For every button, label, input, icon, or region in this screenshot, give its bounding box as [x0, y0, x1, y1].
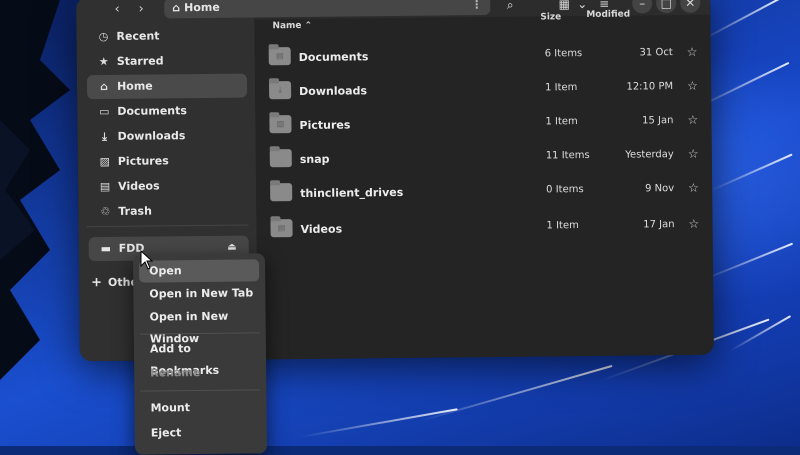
- star-icon[interactable]: ☆: [687, 113, 698, 127]
- sidebar-item-label: Home: [116, 79, 153, 93]
- sidebar-divider: [86, 224, 249, 228]
- file-size: 11 Items: [545, 149, 590, 162]
- file-size: 1 Item: [545, 116, 578, 128]
- menu-item-open[interactable]: Open: [139, 259, 260, 283]
- file-modified: 31 Oct: [639, 47, 673, 59]
- plus-icon: +: [91, 275, 103, 291]
- download-icon: ⤓: [102, 130, 108, 144]
- file-name: snap: [299, 152, 330, 166]
- table-row[interactable]: ▤ Videos 1 Item 17 Jan ☆: [256, 211, 712, 246]
- star-icon[interactable]: ☆: [687, 79, 698, 93]
- menu-divider: [140, 389, 261, 392]
- menu-item-mount[interactable]: Mount: [140, 396, 260, 419]
- folder-icon: ⤓: [269, 81, 292, 100]
- star-icon[interactable]: ☆: [688, 217, 699, 231]
- main-content: ⌂ Home ⋮ ⌕ ▦ ⌄ ≡ – □ ✕ Name ⌃ Size Modifi…: [164, 0, 714, 360]
- wallpaper-streak: [699, 0, 780, 42]
- drive-icon: ▬: [100, 241, 112, 256]
- folder-icon: ▤: [270, 219, 293, 238]
- sidebar-item-downloads[interactable]: ⤓ Downloads: [87, 124, 247, 150]
- home-icon: ⌂: [100, 80, 109, 94]
- file-modified: 15 Jan: [642, 115, 674, 127]
- picture-icon: ▨: [99, 154, 111, 169]
- sidebar-item-label: Videos: [118, 179, 160, 193]
- file-modified: Yesterday: [625, 149, 674, 161]
- sidebar-item-label: Trash: [118, 204, 152, 218]
- column-header-name[interactable]: Name ⌃: [272, 21, 312, 31]
- mouse-pointer-icon: [140, 250, 154, 270]
- star-icon[interactable]: ☆: [687, 45, 698, 59]
- menu-item-add-to-bookmarks[interactable]: Add to Bookmarks: [140, 337, 260, 377]
- wallpaper-streak: [419, 364, 613, 422]
- back-button[interactable]: ‹: [106, 1, 128, 19]
- file-modified: 9 Nov: [645, 183, 675, 195]
- folder-icon: ▤: [268, 47, 291, 66]
- sidebar-item-home[interactable]: ⌂ Home: [86, 73, 248, 100]
- star-icon[interactable]: ☆: [688, 147, 699, 161]
- file-name: Downloads: [299, 84, 368, 98]
- folder-icon: ▨: [269, 115, 292, 134]
- wallpaper-streak: [699, 242, 794, 282]
- menu-divider: [139, 332, 260, 335]
- context-menu: Open Open in New Tab Open in New Window …: [132, 253, 268, 455]
- trash-icon: ♲: [100, 204, 111, 219]
- table-row[interactable]: snap 11 Items Yesterday ☆: [256, 141, 712, 176]
- wallpaper-streak: [299, 408, 458, 438]
- file-modified: 17 Jan: [643, 219, 675, 231]
- download-icon: ⤓: [278, 85, 282, 95]
- menu-item-eject[interactable]: Eject: [141, 421, 261, 444]
- home-icon: ⌂: [172, 1, 181, 15]
- file-size: 1 Item: [545, 82, 578, 94]
- sidebar-item-videos[interactable]: ▤ Videos: [88, 174, 248, 200]
- file-name: Pictures: [299, 118, 351, 132]
- star-icon: ★: [98, 54, 109, 69]
- sidebar-item-recent[interactable]: ◷ Recent: [86, 24, 246, 50]
- video-icon: ▤: [99, 179, 111, 194]
- sidebar-item-label: Pictures: [117, 154, 169, 168]
- file-name: Documents: [298, 50, 369, 65]
- folder-icon: [269, 149, 292, 168]
- file-modified: 12:10 PM: [626, 81, 674, 93]
- sidebar-item-label: Documents: [117, 104, 187, 118]
- menu-item-open-new-window[interactable]: Open in New Window: [140, 305, 260, 346]
- menu-item-open-new-tab[interactable]: Open in New Tab: [139, 282, 259, 305]
- folder-emblem: [276, 153, 286, 163]
- column-header-modified[interactable]: Modified: [586, 10, 630, 20]
- sidebar-item-starred[interactable]: ★ Starred: [87, 49, 247, 75]
- sidebar-item-trash[interactable]: ♲ Trash: [88, 199, 248, 225]
- sidebar-item-label: Recent: [116, 29, 160, 43]
- file-name: thinclient_drives: [300, 185, 404, 200]
- video-icon: ▤: [277, 223, 286, 233]
- sidebar-item-pictures[interactable]: ▨ Pictures: [88, 149, 248, 175]
- kebab-menu-icon[interactable]: ⋮: [471, 0, 482, 15]
- file-size: 0 Items: [546, 184, 584, 196]
- path-location: Home: [184, 0, 220, 15]
- folder-emblem: [276, 187, 286, 197]
- sidebar-item-documents[interactable]: ▭ Documents: [87, 99, 247, 125]
- folder-icon: [270, 183, 293, 202]
- file-size: 6 Items: [544, 48, 583, 60]
- sidebar-item-label: Downloads: [117, 129, 186, 143]
- column-header-size[interactable]: Size: [540, 12, 561, 22]
- clock-icon: ◷: [98, 29, 109, 44]
- sidebar-item-label: Starred: [116, 54, 164, 68]
- sort-ascending-icon: ⌃: [304, 20, 313, 31]
- table-row[interactable]: ⤓ Downloads 1 Item 12:10 PM ☆: [255, 73, 711, 108]
- column-label: Name: [272, 20, 302, 32]
- wallpaper-streak: [709, 153, 793, 192]
- file-name: Videos: [300, 222, 343, 236]
- document-icon: ▭: [99, 104, 110, 119]
- document-icon: ▤: [275, 51, 284, 61]
- picture-icon: ▨: [276, 119, 285, 129]
- star-icon[interactable]: ☆: [688, 181, 699, 195]
- table-row[interactable]: ▨ Pictures 1 Item 15 Jan ☆: [255, 107, 711, 142]
- table-row[interactable]: ▤ Documents 6 Items 31 Oct ☆: [255, 39, 711, 74]
- forward-button[interactable]: ›: [130, 1, 152, 19]
- table-row[interactable]: thinclient_drives 0 Items 9 Nov ☆: [256, 175, 712, 210]
- menu-item-rename: Rename: [150, 365, 201, 380]
- file-size: 1 Item: [546, 220, 579, 232]
